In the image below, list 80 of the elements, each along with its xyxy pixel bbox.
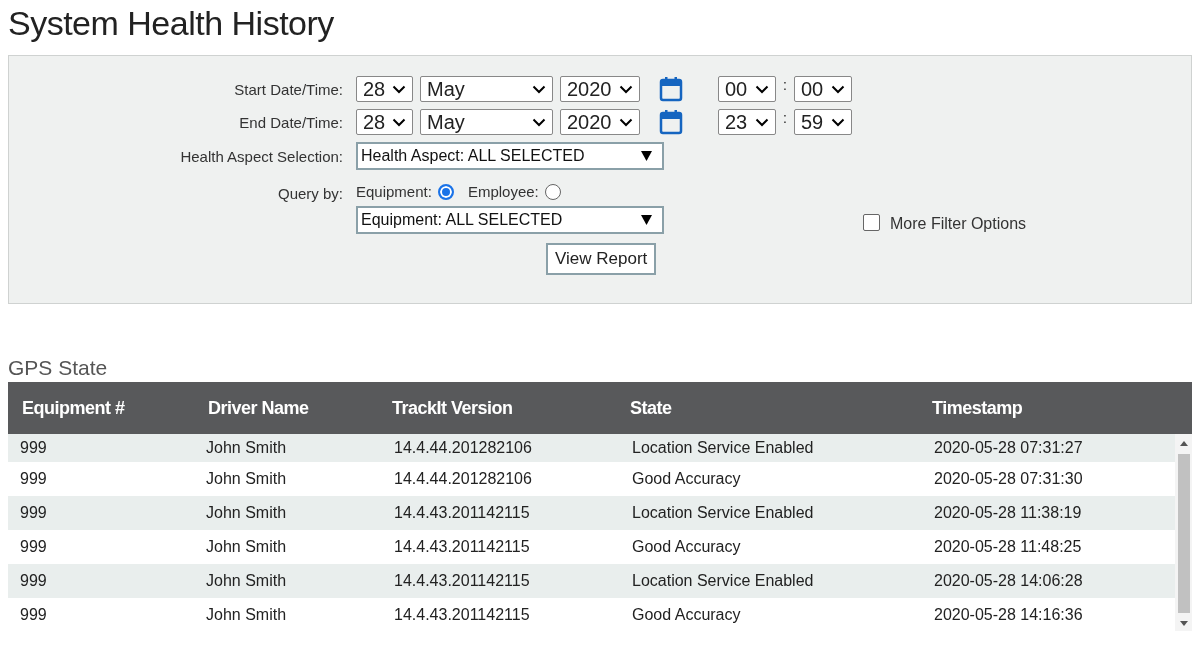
section-title: GPS State [8,355,109,381]
chevron-down-icon [532,117,546,127]
column-header: Driver Name [208,397,310,419]
chevron-down-icon [755,84,769,94]
table-cell-text: 999 [20,470,48,488]
day-select[interactable]: 28 [356,76,413,102]
chevron-down-icon [532,84,546,94]
minute-select[interactable]: 00 [793,76,852,102]
chevron-down-icon [830,84,845,94]
chevron-down-icon [392,84,406,94]
chevron-down-icon [619,117,633,127]
column-header: Equipment # [22,397,126,419]
time-separator: : [783,110,787,126]
scroll-up-icon[interactable] [1179,440,1188,446]
table-cell-text: 2020-05-28 11:48:25 [934,538,1083,556]
table-cell-text: 2020-05-28 14:06:28 [934,572,1084,590]
table-cell-text: 14.4.43.201142115 [394,504,531,522]
month-select[interactable]: May [420,109,553,135]
table-cell-text: John Smith [206,538,288,556]
table-cell-text: 999 [20,572,48,590]
year-select[interactable]: 2020 [560,76,640,102]
hour-select[interactable]: 23 [718,109,776,135]
calendar-icon[interactable] [659,76,683,102]
table-cell-text: 999 [20,606,48,624]
table-cell-text: 14.4.43.201142115 [394,538,531,556]
table-cell-text: Location Service Enabled [632,572,815,590]
health-aspect-dropdown[interactable]: Health Aspect: ALL SELECTED [356,142,664,170]
field-label: Start Date/Time: [233,80,343,98]
table-cell-text: 2020-05-28 07:31:27 [934,439,1084,457]
equipment-dropdown[interactable]: Equipment: ALL SELECTED [356,206,664,234]
column-header: State [630,397,673,419]
table-cell-text: 14.4.43.201142115 [394,606,531,624]
table-cell-text: 14.4.44.201282106 [394,439,533,457]
checkbox[interactable] [863,214,880,231]
time-separator: : [783,77,787,93]
table-cell-text: Good Accuracy [632,470,742,488]
checkbox-label: More Filter Options [890,215,1027,233]
field-label: Query by: [276,184,343,202]
minute-select[interactable]: 59 [793,109,852,135]
table-cell-text: 2020-05-28 11:38:19 [934,504,1083,522]
table-cell-text: 999 [20,538,48,556]
scroll-down-icon[interactable] [1179,621,1188,627]
year-select[interactable]: 2020 [560,109,640,135]
chevron-down-icon [392,117,406,127]
table-cell-text: Location Service Enabled [632,439,815,457]
table-cell-text: 2020-05-28 07:31:30 [934,470,1084,488]
radio-button[interactable] [437,183,454,200]
table-cell-text: John Smith [206,470,288,488]
chevron-down-icon [619,84,633,94]
month-select[interactable]: May [420,76,553,102]
column-header: Timestamp [932,397,1024,419]
page-title: System Health History [8,3,335,44]
table-cell-text: 14.4.43.201142115 [394,572,531,590]
table-cell-text: John Smith [206,504,288,522]
field-label: Health Aspect Selection: [179,147,343,165]
table-cell-text: 999 [20,439,48,457]
day-select[interactable]: 28 [356,109,413,135]
table-cell-text: Location Service Enabled [632,504,815,522]
table-cell-text: Good Accuracy [632,538,742,556]
triangle-down-icon [641,151,652,161]
chevron-down-icon [830,117,845,127]
view-report-button[interactable]: View Report [546,243,657,275]
radio-label: Employee: [467,183,539,200]
field-label: End Date/Time: [238,113,343,131]
table-cell-text: Good Accuracy [632,606,742,624]
chevron-down-icon [755,117,769,127]
table-cell-text: John Smith [206,572,288,590]
table-cell-text: 999 [20,504,48,522]
table-cell-text: John Smith [206,606,288,624]
table-cell-text: 2020-05-28 14:16:36 [934,606,1084,624]
calendar-icon[interactable] [659,109,683,135]
triangle-down-icon [641,215,652,225]
scrollbar[interactable] [1175,434,1192,631]
column-header: TrackIt Version [392,397,514,419]
hour-select[interactable]: 00 [718,76,776,102]
scrollbar-thumb[interactable] [1177,454,1190,613]
table-cell-text: John Smith [206,439,288,457]
radio-label: Equipment: [356,183,432,200]
table-cell-text: 14.4.44.201282106 [394,470,533,488]
radio-button[interactable] [544,183,561,200]
